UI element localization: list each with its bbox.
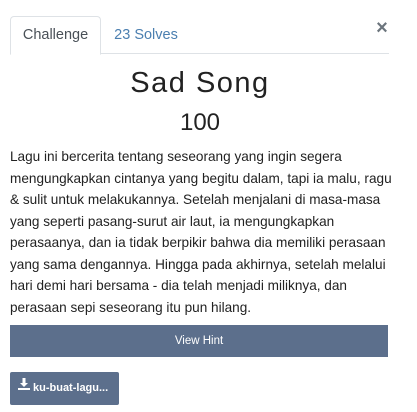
challenge-points: 100	[179, 109, 221, 136]
download-file-button[interactable]: ku-buat-lagu...	[10, 372, 119, 405]
close-icon[interactable]: ×	[372, 17, 392, 39]
challenge-title: Sad Song	[130, 67, 270, 99]
view-hint-button[interactable]: View Hint	[10, 325, 388, 357]
challenge-description: Lagu ini bercerita tentang seseorang yan…	[10, 149, 392, 315]
tab-challenge[interactable]: Challenge	[10, 16, 101, 55]
challenge-tabs: Challenge 23 Solves	[10, 16, 389, 55]
tab-solves[interactable]: 23 Solves	[101, 16, 191, 55]
file-name-label: ku-buat-lagu...	[33, 382, 109, 394]
download-icon	[18, 372, 30, 404]
